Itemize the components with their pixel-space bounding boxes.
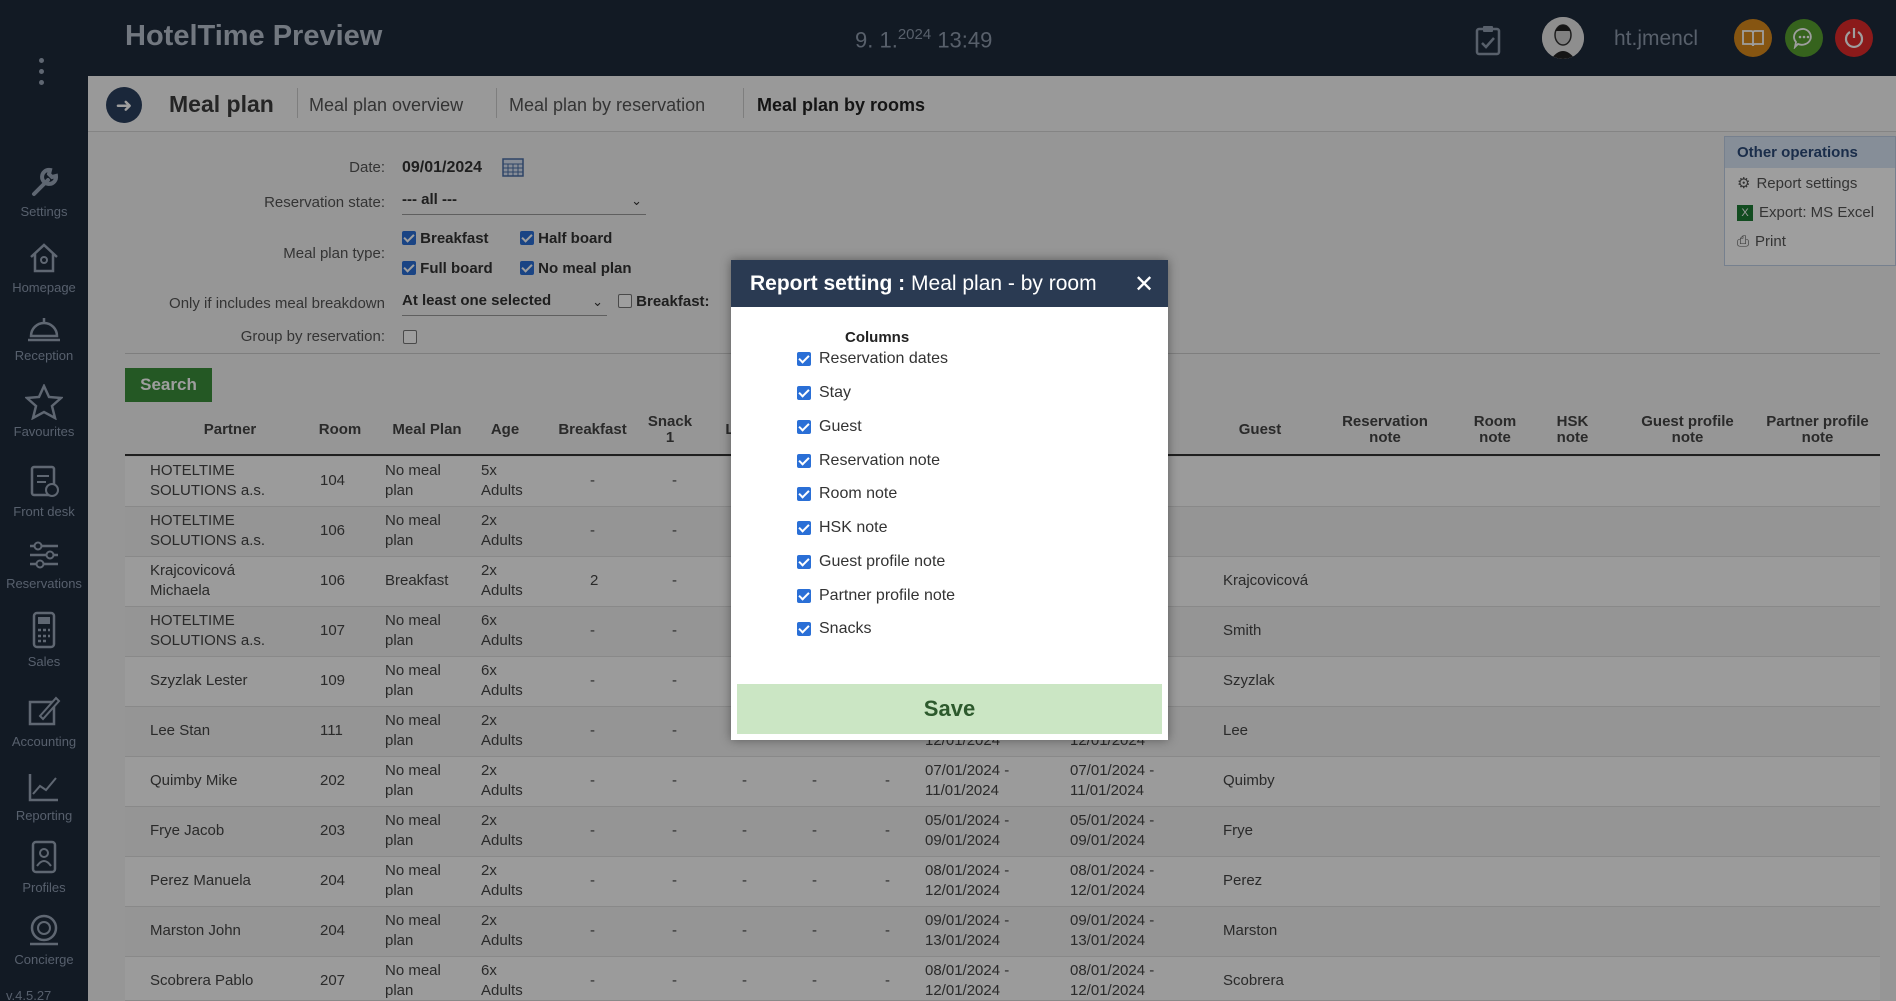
report-settings-modal: Report setting : Meal plan - by room ✕ C… <box>731 260 1168 740</box>
modal-header: Report setting : Meal plan - by room ✕ <box>731 260 1168 307</box>
columns-label: Columns <box>845 329 910 346</box>
checkbox-reservation-note[interactable]: Reservation note <box>797 452 940 470</box>
save-button[interactable]: Save <box>737 684 1162 734</box>
checkbox-room-note[interactable]: Room note <box>797 485 897 503</box>
checkbox-stay[interactable]: Stay <box>797 384 851 402</box>
checkbox-snacks[interactable]: Snacks <box>797 620 871 638</box>
checkbox-partner-profile-note[interactable]: Partner profile note <box>797 587 955 605</box>
modal-title: Report setting : Meal plan - by room <box>750 272 1097 295</box>
checkbox-guest[interactable]: Guest <box>797 418 862 436</box>
checkbox-hsk-note[interactable]: HSK note <box>797 519 887 537</box>
checkbox-reservation-dates[interactable]: Reservation dates <box>797 350 948 368</box>
checkbox-guest-profile-note[interactable]: Guest profile note <box>797 553 945 571</box>
close-icon[interactable]: ✕ <box>1134 270 1154 299</box>
